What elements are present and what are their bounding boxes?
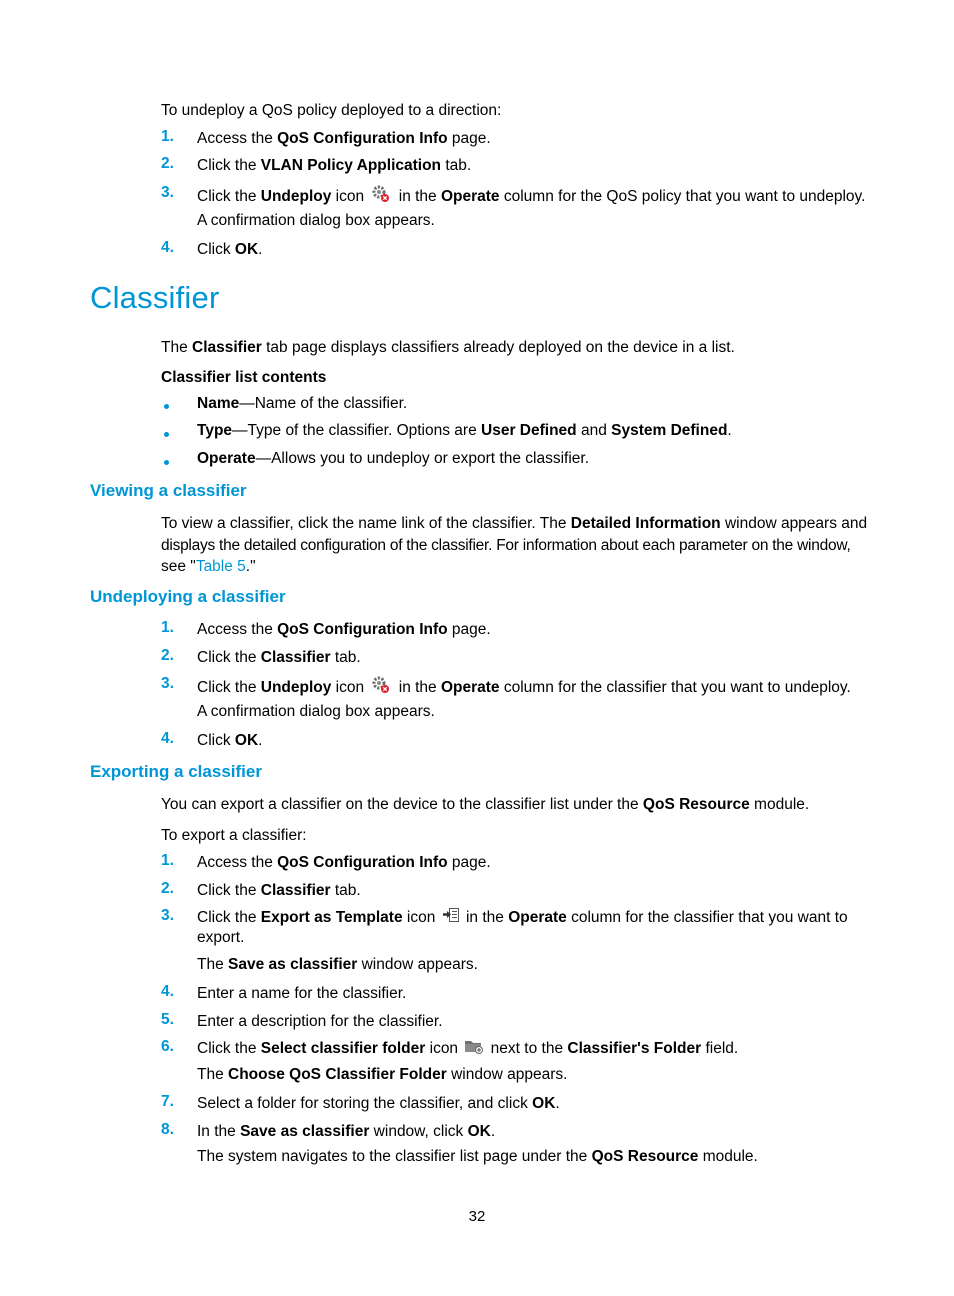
step-text: Access the QoS Configuration Info page. <box>197 130 491 147</box>
step-text: Access the QoS Configuration Info page. <box>197 854 491 871</box>
step-number: 4. <box>161 239 174 256</box>
step-number: 2. <box>161 155 174 172</box>
section-intro: The Classifier tab page displays classif… <box>161 339 735 356</box>
step-note: The Choose QoS Classifier Folder window … <box>197 1066 568 1083</box>
viewing-line: displays the detailed configuration of t… <box>161 537 851 554</box>
heading-undeploying: Undeploying a classifier <box>90 587 286 606</box>
undeploy-gear-icon <box>370 184 392 210</box>
step-text: Enter a name for the classifier. <box>197 985 407 1002</box>
step-note: A confirmation dialog box appears. <box>197 703 435 720</box>
step-text: Click OK. <box>197 732 263 749</box>
bullet-dot <box>164 460 169 465</box>
export-template-icon <box>442 907 460 929</box>
bullet-item-type: Type—Type of the classifier. Options are… <box>197 422 732 439</box>
step-text: Enter a description for the classifier. <box>197 1013 443 1030</box>
step-number: 2. <box>161 647 174 664</box>
bullet-dot <box>164 404 169 409</box>
list-heading: Classifier list contents <box>161 369 327 386</box>
step-text: Click the VLAN Policy Application tab. <box>197 157 472 174</box>
viewing-line: To view a classifier, click the name lin… <box>161 515 868 532</box>
intro-lead: To undeploy a QoS policy deployed to a d… <box>161 102 502 119</box>
step-text: Click the Undeploy icon in the Operate c… <box>197 675 851 701</box>
step-number: 4. <box>161 983 174 1000</box>
step-number: 5. <box>161 1011 174 1028</box>
step-text: Click the Undeploy icon in the Operate c… <box>197 184 865 210</box>
step-number: 2. <box>161 880 174 897</box>
viewing-line: see "Table 5." <box>161 558 256 575</box>
step-text: Click the Classifier tab. <box>197 882 361 899</box>
step-number: 4. <box>161 730 174 747</box>
step-continuation: export. <box>197 929 245 946</box>
step-text: Access the QoS Configuration Info page. <box>197 621 491 638</box>
step-number: 3. <box>161 184 174 201</box>
step-number: 6. <box>161 1038 174 1055</box>
bullet-item-operate: Operate—Allows you to undeploy or export… <box>197 450 590 467</box>
table-5-link[interactable]: Table 5 <box>196 558 246 575</box>
heading-viewing: Viewing a classifier <box>90 481 247 500</box>
bullet-item-name: Name—Name of the classifier. <box>197 395 408 412</box>
step-number: 8. <box>161 1121 174 1138</box>
step-text: Select a folder for storing the classifi… <box>197 1095 560 1112</box>
step-number: 7. <box>161 1093 174 1110</box>
step-text: Click the Classifier tab. <box>197 649 361 666</box>
step-text: Click the Select classifier folder icon … <box>197 1038 738 1060</box>
section-title: Classifier <box>90 280 220 315</box>
step-number: 3. <box>161 675 174 692</box>
step-text: Click OK. <box>197 241 263 258</box>
step-number: 1. <box>161 619 174 636</box>
step-note: The Save as classifier window appears. <box>197 956 478 973</box>
heading-exporting: Exporting a classifier <box>90 762 262 781</box>
page-number: 32 <box>468 1208 486 1225</box>
step-number: 3. <box>161 907 174 924</box>
undeploy-gear-icon <box>370 675 392 701</box>
exporting-intro: You can export a classifier on the devic… <box>161 796 810 813</box>
select-folder-icon <box>464 1038 484 1060</box>
step-text: Click the Export as Template icon in the… <box>197 907 848 929</box>
step-number: 1. <box>161 128 174 145</box>
exporting-lead: To export a classifier: <box>161 827 307 844</box>
bullet-dot <box>164 432 169 437</box>
step-note: The system navigates to the classifier l… <box>197 1148 758 1165</box>
step-note: A confirmation dialog box appears. <box>197 212 435 229</box>
step-text: In the Save as classifier window, click … <box>197 1123 496 1140</box>
step-number: 1. <box>161 852 174 869</box>
